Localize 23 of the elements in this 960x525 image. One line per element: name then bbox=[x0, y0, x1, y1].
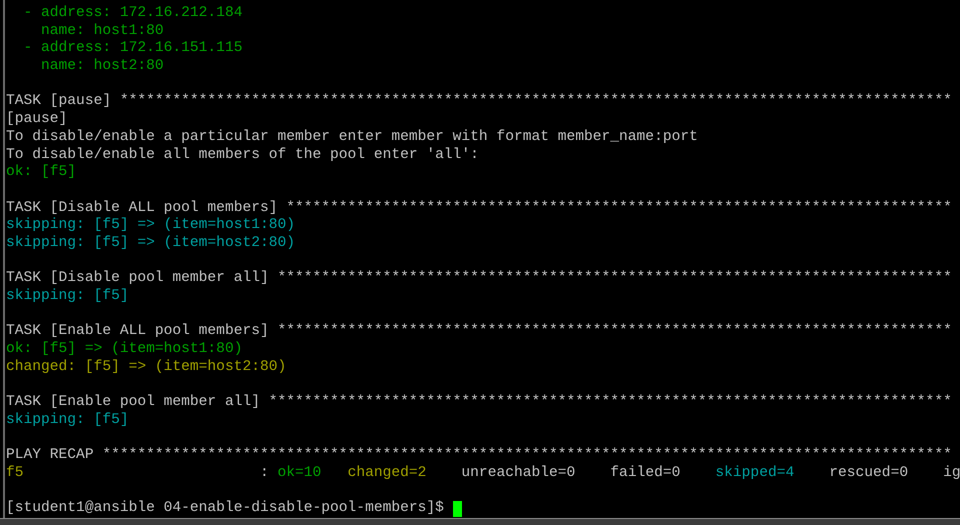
terminal-line: PLAY RECAP ************************************************************************************************* bbox=[6, 447, 952, 465]
terminal-line: name: host1:80 bbox=[40, 22, 164, 40]
terminal-line: TASK [Enable pool member all] ****************************************************************************** bbox=[6, 394, 952, 412]
terminal-line: TASK [Disable pool member all] ***************************************************************************** bbox=[6, 270, 952, 288]
terminal-line: To disable/enable a particular member enter member with format member_name:port bbox=[6, 128, 698, 147]
terminal-line: name: host2:80 bbox=[40, 58, 164, 76]
terminal-line: changed: [f5] => (item=host2:80) bbox=[6, 358, 286, 376]
terminal-line: [pause] bbox=[6, 111, 68, 129]
terminal-line: skipping: [f5] bbox=[6, 288, 129, 306]
terminal-line: ok: [f5] => (item=host1:80) bbox=[6, 341, 242, 359]
terminal-line: ok: [f5] bbox=[6, 164, 76, 182]
text-cursor bbox=[452, 501, 462, 518]
terminal-line: TASK [Disable ALL pool members] **************************************************************************** bbox=[6, 200, 952, 217]
terminal-line: - address: 172.16.212.184 bbox=[22, 5, 242, 23]
terminal-line: To disable/enable all members of the pool enter 'all': bbox=[6, 146, 479, 164]
terminal-line: skipping: [f5] => (item=host1:80) bbox=[6, 217, 296, 235]
terminal-line: - address: 172.16.151.115 bbox=[22, 40, 242, 58]
shell-prompt: [student1@ansible 04-enable-disable-pool-members]$ bbox=[6, 500, 445, 518]
terminal-line: TASK [pause] *********************************************************************************************** bbox=[6, 93, 952, 111]
terminal-line: f5 : ok=10 changed=2 unreachable=0 failed=0 skipped=4 rescued=0 ig bbox=[6, 464, 960, 483]
terminal-line: TASK [Enable ALL pool members] ***************************************************************************** bbox=[6, 323, 952, 341]
terminal-line: skipping: [f5] bbox=[6, 412, 129, 430]
terminal-line: skipping: [f5] => (item=host2:80) bbox=[6, 234, 296, 253]
